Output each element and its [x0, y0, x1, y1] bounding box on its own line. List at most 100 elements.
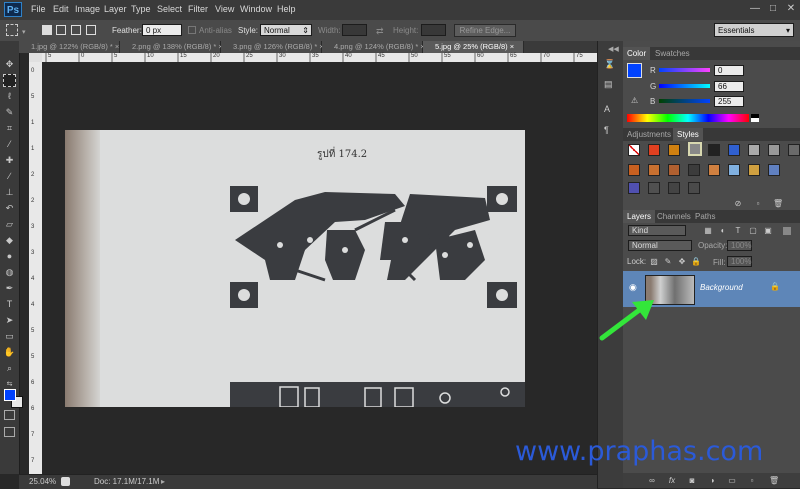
lock-all-icon[interactable]: 🔒: [691, 257, 701, 267]
menu-file[interactable]: File: [31, 4, 46, 14]
clone-stamp-tool-icon[interactable]: ⊥: [3, 186, 16, 199]
dropdown-arrow-icon[interactable]: ▾: [22, 28, 26, 36]
menu-window[interactable]: Window: [240, 4, 272, 14]
zoom-level[interactable]: 25.04%: [29, 477, 56, 486]
pen-tool-icon[interactable]: ✒: [3, 282, 16, 295]
input-g[interactable]: 66: [714, 81, 744, 92]
close-icon[interactable]: ✕: [784, 3, 798, 15]
style-swatch[interactable]: [648, 182, 660, 194]
tab-3-png[interactable]: 3.png @ 126% (RGB/8) * ×: [221, 41, 324, 53]
blur-tool-icon[interactable]: ●: [3, 250, 16, 263]
style-swatch[interactable]: [628, 182, 640, 194]
expand-panels-icon[interactable]: ◀◀: [608, 45, 619, 53]
tab-color[interactable]: Color: [623, 47, 651, 60]
fill-input[interactable]: 100%: [727, 256, 752, 267]
tab-adjustments[interactable]: Adjustments: [623, 128, 675, 141]
menu-image[interactable]: Image: [75, 4, 100, 14]
path-select-tool-icon[interactable]: ➤: [3, 314, 16, 327]
input-r[interactable]: 0: [714, 65, 744, 76]
workspace-select[interactable]: Essentials ▾: [714, 23, 794, 37]
hand-tool-icon[interactable]: ✋: [3, 346, 16, 359]
style-swatch[interactable]: [688, 182, 700, 194]
slider-g[interactable]: [659, 84, 710, 88]
filter-toggle[interactable]: [783, 227, 791, 235]
style-swatch[interactable]: [728, 144, 740, 156]
paint-bucket-tool-icon[interactable]: ◆: [3, 234, 16, 247]
subtract-selection-icon[interactable]: [71, 25, 81, 35]
new-selection-icon[interactable]: [42, 25, 52, 35]
marquee-tool-icon[interactable]: [3, 74, 16, 87]
blend-mode-select[interactable]: Normal: [628, 240, 692, 251]
document-image[interactable]: รูปที่ 174.2: [65, 130, 525, 407]
filter-shape-icon[interactable]: ▢: [748, 226, 758, 236]
menu-select[interactable]: Select: [157, 4, 182, 14]
new-layer-icon[interactable]: ▫: [747, 476, 757, 486]
color-spectrum-bar[interactable]: [627, 114, 749, 122]
healing-brush-tool-icon[interactable]: ✚: [3, 154, 16, 167]
gamut-warning-icon[interactable]: ⚠: [631, 96, 638, 105]
brush-tool-icon[interactable]: ∕: [3, 170, 16, 183]
filter-type-icon[interactable]: T: [733, 226, 743, 236]
tab-channels[interactable]: Channels: [653, 210, 695, 223]
style-swatch[interactable]: [728, 164, 740, 176]
style-swatch[interactable]: [688, 164, 700, 176]
screen-mode-icon[interactable]: [4, 427, 15, 437]
height-input[interactable]: [421, 24, 446, 36]
style-swatch[interactable]: [628, 164, 640, 176]
share-icon[interactable]: [61, 477, 70, 486]
properties-panel-icon[interactable]: ▤: [604, 79, 617, 90]
adjustment-layer-icon[interactable]: ◑: [707, 476, 717, 486]
tab-close-icon[interactable]: ×: [115, 42, 119, 51]
filter-smart-icon[interactable]: ▣: [763, 226, 773, 236]
rect-marquee-icon[interactable]: [6, 24, 18, 36]
style-none-swatch[interactable]: [628, 144, 640, 156]
fg-color-swatch[interactable]: [627, 63, 642, 78]
move-tool-icon[interactable]: ✥: [3, 58, 16, 71]
status-menu-arrow-icon[interactable]: ▸: [161, 477, 165, 486]
refine-edge-button[interactable]: Refine Edge...: [454, 24, 516, 37]
style-swatch[interactable]: [668, 144, 680, 156]
style-swatch[interactable]: [708, 164, 720, 176]
filter-pixel-icon[interactable]: ▦: [703, 226, 713, 236]
style-swatch[interactable]: [668, 164, 680, 176]
menu-help[interactable]: Help: [277, 4, 296, 14]
delete-layer-icon[interactable]: 🗑: [769, 476, 779, 486]
tab-4-png[interactable]: 4.png @ 124% (RGB/8) * ×: [322, 41, 425, 53]
tab-1-jpg[interactable]: 1.jpg @ 122% (RGB/8) * ×: [19, 41, 120, 53]
style-swatch[interactable]: [748, 144, 760, 156]
style-swatch[interactable]: [768, 164, 780, 176]
style-swatch[interactable]: [648, 144, 660, 156]
delete-style-icon[interactable]: 🗑: [773, 199, 783, 209]
tab-layers[interactable]: Layers: [623, 210, 656, 223]
lock-transparent-icon[interactable]: ▨: [649, 257, 659, 267]
add-mask-icon[interactable]: ◙: [687, 476, 697, 486]
style-swatch[interactable]: [768, 144, 780, 156]
menu-type[interactable]: Type: [131, 4, 151, 14]
restore-icon[interactable]: □: [766, 3, 780, 15]
swap-icon[interactable]: ⇄: [376, 26, 384, 37]
tab-5-jpg[interactable]: 5.jpg @ 25% (RGB/8) ×: [423, 41, 524, 53]
tab-close-icon[interactable]: ×: [510, 42, 514, 51]
new-style-icon[interactable]: ▫: [753, 199, 763, 209]
menu-view[interactable]: View: [215, 4, 234, 14]
minimize-icon[interactable]: —: [748, 3, 762, 15]
canvas-area[interactable]: รูปที่ 174.2: [42, 62, 597, 474]
menu-filter[interactable]: Filter: [188, 4, 208, 14]
style-swatch[interactable]: [668, 182, 680, 194]
add-selection-icon[interactable]: [56, 25, 66, 35]
quick-select-tool-icon[interactable]: ✎: [3, 106, 16, 119]
lock-position-icon[interactable]: ✥: [677, 257, 687, 267]
zoom-tool-icon[interactable]: ⌕: [3, 362, 16, 375]
lasso-tool-icon[interactable]: ℓ: [3, 90, 16, 103]
lock-pixels-icon[interactable]: ✎: [663, 257, 673, 267]
character-panel-icon[interactable]: A: [604, 104, 617, 115]
style-swatch[interactable]: [648, 164, 660, 176]
menu-layer[interactable]: Layer: [104, 4, 127, 14]
style-swatch[interactable]: [708, 144, 720, 156]
width-input[interactable]: [342, 24, 367, 36]
opacity-input[interactable]: 100%: [727, 240, 752, 251]
shape-tool-icon[interactable]: ▭: [3, 330, 16, 343]
history-brush-tool-icon[interactable]: ↶: [3, 202, 16, 215]
tab-swatches[interactable]: Swatches: [651, 47, 694, 60]
layer-name[interactable]: Background: [700, 283, 743, 292]
